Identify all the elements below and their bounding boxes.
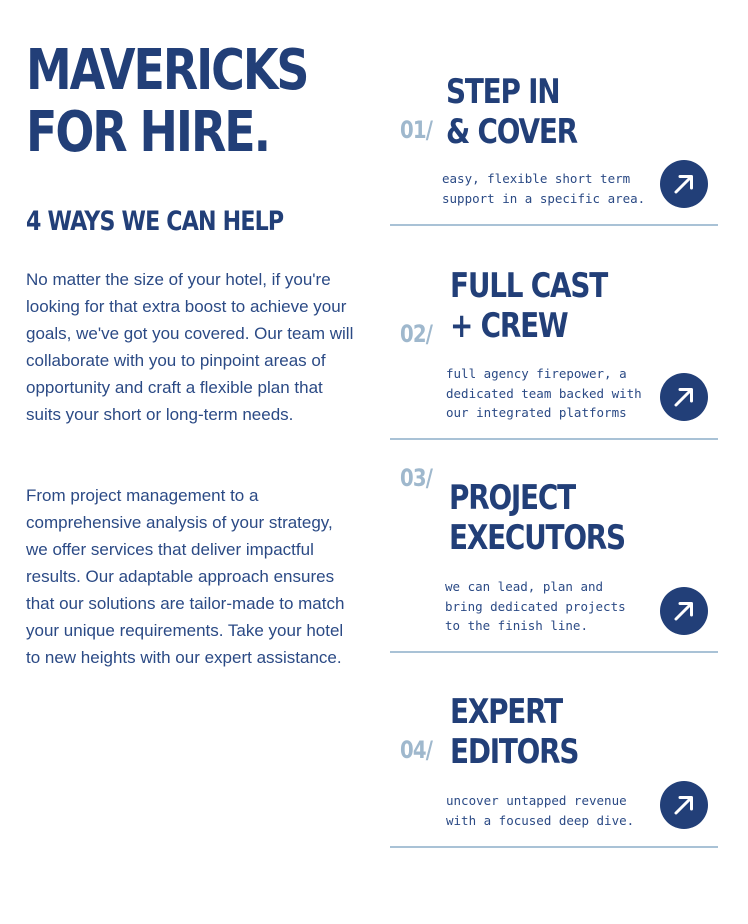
way-title-line-1: FULL CAST xyxy=(450,266,608,306)
way-title: PROJECT EXECUTORS xyxy=(449,478,626,558)
way-description: full agency firepower, a dedicated team … xyxy=(446,364,661,423)
way-title-line-2: EDITORS xyxy=(450,732,579,772)
way-description-line: support in a specific area. xyxy=(442,190,646,206)
divider xyxy=(390,224,718,226)
page-title: MAVERICKS FOR HIRE. xyxy=(26,38,309,165)
step-in-cover-arrow-button[interactable] xyxy=(660,160,708,208)
way-description-line: with a focused deep dive. xyxy=(446,812,635,828)
way-description: easy, flexible short term support in a s… xyxy=(442,169,657,208)
arrow-up-right-icon xyxy=(674,175,693,194)
way-title-line-2: EXECUTORS xyxy=(449,518,626,558)
arrow-up-right-icon xyxy=(674,796,693,815)
arrow-up-right-icon xyxy=(674,388,693,407)
way-title-line-1: PROJECT xyxy=(449,478,576,518)
way-description-line: dedicated team backed with xyxy=(446,385,642,401)
way-card-project-executors: 03/ PROJECT EXECUTORS we can lead, plan … xyxy=(390,460,718,653)
way-description-line: bring dedicated projects xyxy=(445,598,626,614)
full-cast-crew-arrow-button[interactable] xyxy=(660,373,708,421)
way-card-full-cast-crew: 02/ FULL CAST + CREW full agency firepow… xyxy=(390,256,718,440)
intro-paragraph-2: From project management to a comprehensi… xyxy=(26,486,345,667)
divider xyxy=(390,651,718,653)
way-description-line: uncover untapped revenue xyxy=(446,793,627,808)
way-title-line-1: EXPERT xyxy=(450,692,563,732)
way-number: 03/ xyxy=(400,464,433,492)
project-executors-arrow-button[interactable] xyxy=(660,587,708,635)
way-number: 01/ xyxy=(400,116,433,144)
way-card-step-in-cover: 01/ STEP IN & COVER easy, flexible short… xyxy=(390,60,718,226)
way-description: uncover untapped revenue with a focused … xyxy=(446,791,661,830)
expert-editors-arrow-button[interactable] xyxy=(660,781,708,829)
arrow-up-right-icon xyxy=(674,602,693,621)
way-description-line: we can lead, plan and xyxy=(445,579,604,594)
way-number: 04/ xyxy=(400,736,433,764)
way-description-line: full agency firepower, a xyxy=(446,366,627,381)
way-title-line-2: + CREW xyxy=(450,306,569,346)
way-title-line-2: & COVER xyxy=(446,112,578,152)
way-description-line: our integrated platforms xyxy=(446,405,627,420)
way-description: we can lead, plan and bring dedicated pr… xyxy=(445,577,660,636)
intro-paragraph-1: No matter the size of your hotel, if you… xyxy=(26,270,354,424)
way-number: 02/ xyxy=(400,320,433,348)
divider xyxy=(390,438,718,440)
intro-column: MAVERICKS FOR HIRE. 4 WAYS WE CAN HELP N… xyxy=(26,38,356,668)
way-title: STEP IN & COVER xyxy=(446,72,578,152)
section-subtitle: 4 WAYS WE CAN HELP xyxy=(26,206,284,237)
way-title-line-1: STEP IN xyxy=(446,72,561,112)
page-title-line-1: MAVERICKS xyxy=(26,38,309,103)
page-title-line-2: FOR HIRE. xyxy=(26,100,271,165)
divider xyxy=(390,846,718,848)
way-title: FULL CAST + CREW xyxy=(450,266,608,346)
way-title: EXPERT EDITORS xyxy=(450,692,579,772)
way-description-line: to the finish line. xyxy=(445,618,588,633)
way-card-expert-editors: 04/ EXPERT EDITORS uncover untapped reve… xyxy=(390,684,718,848)
way-description-line: easy, flexible short term xyxy=(442,171,631,186)
